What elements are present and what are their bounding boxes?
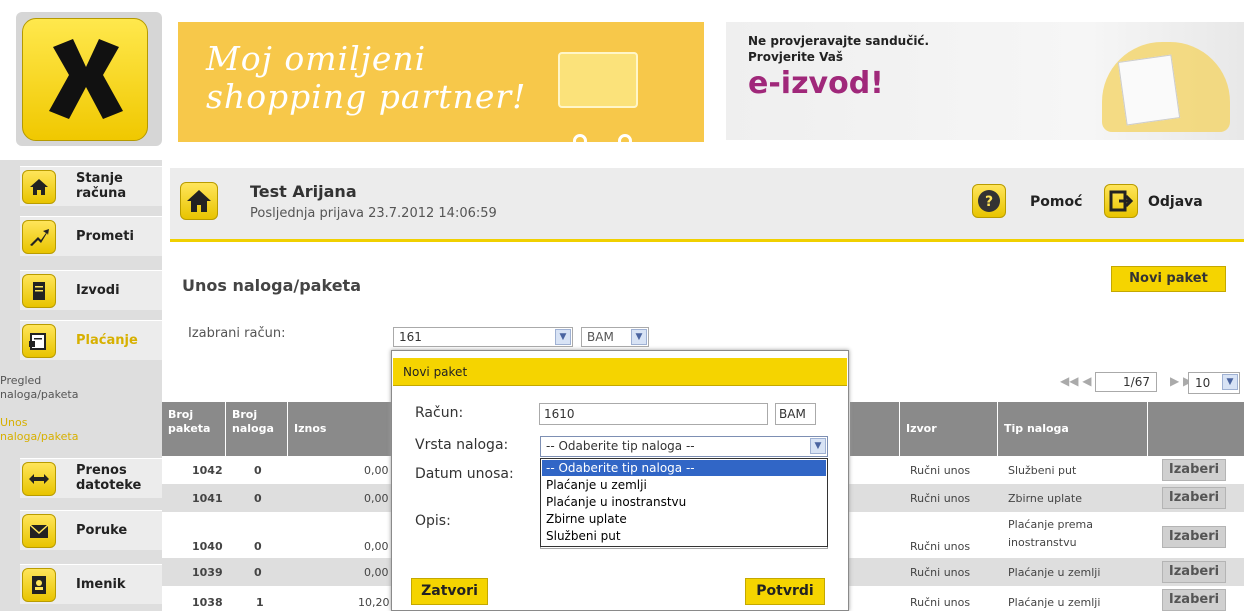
sidebar-item-label: Izvodi	[76, 283, 120, 298]
per-page-select[interactable]: 10 ▼	[1188, 372, 1240, 394]
dropdown-option[interactable]: Zbirne uplate	[542, 511, 826, 527]
select-button[interactable]: Izaberi	[1162, 589, 1226, 611]
promo-banner-eizvod[interactable]: Ne provjeravajte sandučić. Provjerite Va…	[726, 22, 1244, 140]
home-icon	[22, 170, 56, 204]
dropdown-option[interactable]: -- Odaberite tip naloga --	[542, 460, 826, 476]
dialog-title: Novi paket	[393, 358, 847, 386]
home-icon	[187, 190, 211, 212]
banner-text: Moj omiljeni shopping partner!	[206, 40, 526, 116]
page-title: Unos naloga/paketa	[182, 276, 361, 295]
sidebar-item-label: Stanje računa	[76, 171, 127, 201]
dropdown-option[interactable]: Službeni put	[542, 528, 826, 544]
column-header-action	[1148, 402, 1244, 456]
sidebar-item-stanje-racuna[interactable]: Stanje računa	[20, 166, 162, 206]
account-select[interactable]: 161 ▼	[393, 327, 573, 347]
close-button[interactable]: Zatvori	[411, 578, 488, 605]
logo-icon	[49, 39, 123, 119]
cart-wheel-icon	[618, 134, 632, 142]
column-header-izvor[interactable]: Izvor	[900, 402, 998, 456]
trend-arrow-icon	[22, 220, 56, 254]
entry-date-label: Datum unosa:	[415, 466, 514, 482]
sidebar-subitem-unos[interactable]: Unos naloga/paketa	[0, 416, 162, 444]
logout-label[interactable]: Odjava	[1148, 194, 1203, 210]
select-button[interactable]: Izaberi	[1162, 561, 1226, 583]
select-button[interactable]: Izaberi	[1162, 487, 1226, 509]
sidebar-item-label: Prenos datoteke	[76, 463, 142, 493]
account-field-label: Račun:	[415, 405, 464, 421]
logout-icon	[1109, 190, 1134, 212]
column-header-broj-naloga[interactable]: Broj naloga	[226, 402, 288, 456]
contact-book-icon	[22, 568, 56, 602]
sidebar-item-placanje[interactable]: Plaćanje	[20, 320, 162, 360]
help-button[interactable]: ?	[972, 184, 1006, 218]
currency-select[interactable]: BAM ▼	[581, 327, 649, 347]
sidebar-item-izvodi[interactable]: Izvodi	[20, 270, 162, 310]
bank-logo[interactable]	[22, 18, 148, 141]
chevron-down-icon: ▼	[1222, 374, 1238, 390]
user-bar	[170, 168, 1244, 242]
pager-prev-icon[interactable]: ◀◀ ◀	[1060, 374, 1092, 388]
column-header-tip-naloga[interactable]: Tip naloga	[998, 402, 1148, 456]
document-icon	[22, 274, 56, 308]
user-name: Test Arijana	[250, 182, 357, 201]
dropdown-option[interactable]: Plaćanje u zemlji	[542, 477, 826, 493]
credit-card-icon	[558, 52, 638, 108]
banner-line-2: Provjerite Vaš	[748, 50, 843, 64]
payment-icon	[22, 324, 56, 358]
app-window: Moj omiljeni shopping partner! Ne provje…	[0, 0, 1244, 611]
confirm-button[interactable]: Potvrdi	[745, 578, 825, 605]
help-label[interactable]: Pomoć	[1030, 194, 1082, 210]
description-label: Opis:	[415, 513, 451, 529]
sidebar-item-label: Poruke	[76, 523, 128, 538]
chevron-down-icon: ▼	[631, 329, 647, 345]
column-header-spacer	[850, 402, 900, 456]
logout-button[interactable]	[1104, 184, 1138, 218]
cart-wheel-icon	[573, 134, 587, 142]
account-input[interactable]: 1610	[539, 403, 768, 425]
new-package-button[interactable]: Novi paket	[1111, 266, 1226, 292]
page-number-input[interactable]: 1/67	[1095, 372, 1157, 392]
banner-line-1: Ne provjeravajte sandučić.	[748, 34, 930, 48]
currency-input[interactable]: BAM	[775, 403, 816, 425]
column-header-iznos[interactable]: Iznos	[288, 402, 392, 456]
banner-line-1: Moj omiljeni	[206, 39, 427, 78]
chevron-down-icon: ▼	[555, 329, 571, 345]
envelope-icon	[22, 514, 56, 548]
home-button[interactable]	[180, 182, 218, 220]
select-button[interactable]: Izaberi	[1162, 526, 1226, 548]
order-type-dropdown-list[interactable]: -- Odaberite tip naloga -- Plaćanje u ze…	[540, 458, 828, 547]
sidebar: Stanje računa Prometi Izvodi Plaćanje Pre…	[0, 160, 162, 611]
sidebar-item-poruke[interactable]: Poruke	[20, 510, 162, 550]
sidebar-item-prenos-datoteke[interactable]: Prenos datoteke	[20, 458, 162, 498]
last-login-info: Posljednja prijava 23.7.2012 14:06:59	[250, 206, 497, 221]
sidebar-subitem-pregled[interactable]: Pregled naloga/paketa	[0, 374, 162, 402]
order-type-select[interactable]: -- Odaberite tip naloga -- ▼	[540, 436, 828, 457]
banner-headline: e-izvod!	[748, 66, 884, 101]
sidebar-item-label: Plaćanje	[76, 333, 138, 348]
account-label: Izabrani račun:	[188, 326, 286, 341]
dropdown-option[interactable]: Plaćanje u inostranstvu	[542, 494, 826, 510]
column-header-broj-paketa[interactable]: Broj paketa	[162, 402, 226, 456]
sidebar-item-label: Prometi	[76, 229, 134, 244]
statement-paper-icon	[1117, 54, 1181, 126]
select-button[interactable]: Izaberi	[1162, 459, 1226, 481]
transfer-arrows-icon	[22, 462, 56, 496]
sidebar-item-label: Imenik	[76, 577, 126, 592]
promo-banner-shopping[interactable]: Moj omiljeni shopping partner!	[178, 22, 704, 142]
banner-line-2: shopping partner!	[206, 77, 527, 116]
help-icon: ?	[978, 190, 1000, 212]
order-type-label: Vrsta naloga:	[415, 437, 509, 453]
svg-text:?: ?	[985, 194, 993, 210]
chevron-down-icon: ▼	[810, 438, 826, 454]
sidebar-item-prometi[interactable]: Prometi	[20, 216, 162, 256]
sidebar-item-imenik[interactable]: Imenik	[20, 564, 162, 604]
